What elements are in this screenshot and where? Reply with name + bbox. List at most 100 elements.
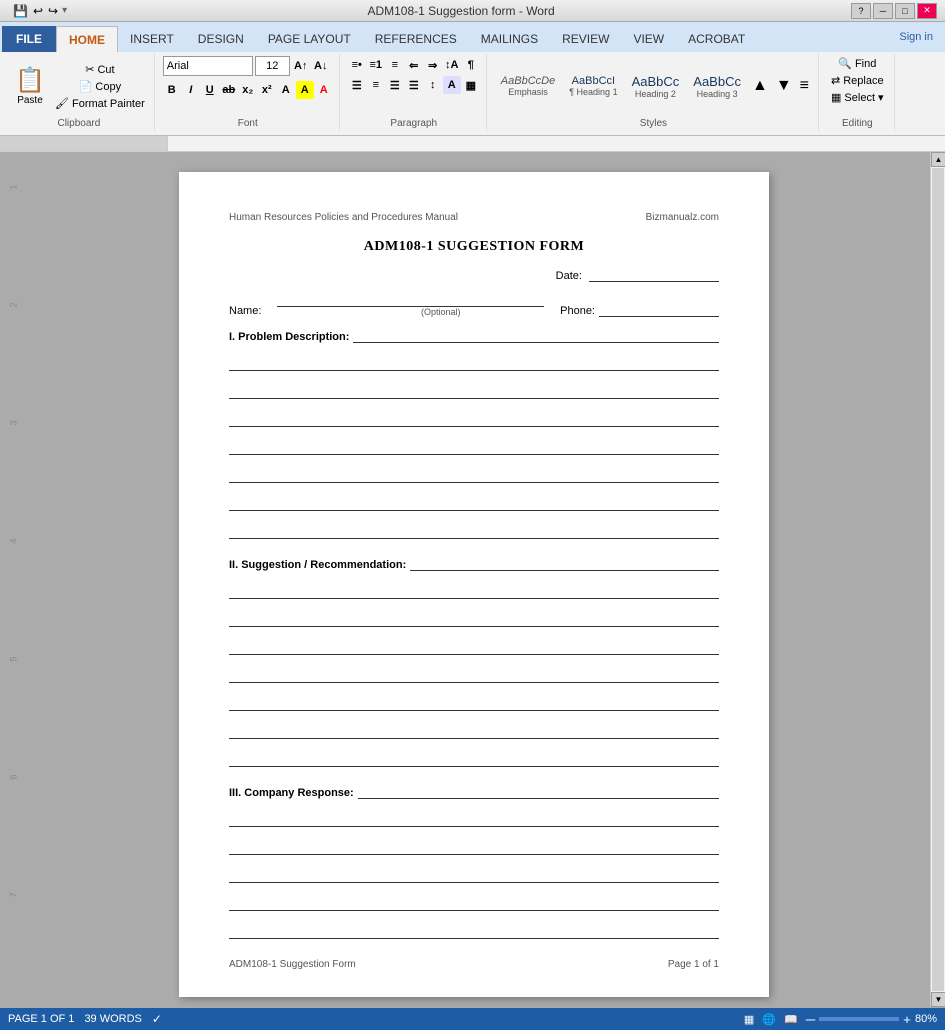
tab-references[interactable]: REFERENCES	[363, 26, 469, 52]
replace-button[interactable]: ⇄ Replace	[827, 73, 888, 88]
page-count: PAGE 1 OF 1	[8, 1013, 74, 1025]
italic-button[interactable]: I	[182, 81, 200, 99]
sort-button[interactable]: ↕A	[443, 56, 461, 74]
align-center-button[interactable]: ≡	[367, 76, 385, 94]
subscript-button[interactable]: x₂	[239, 81, 257, 99]
blank-line-p7	[229, 519, 719, 539]
zoom-in-button[interactable]: +	[903, 1012, 911, 1027]
section-suggestion-line	[410, 555, 719, 571]
shading-button[interactable]: A	[443, 76, 461, 94]
font-size-input[interactable]	[255, 56, 290, 76]
highlight-button[interactable]: A	[296, 81, 314, 99]
status-bar: PAGE 1 OF 1 39 WORDS ✓ ▦ 🌐 📖 ─ + 80%	[0, 1008, 945, 1030]
sign-in-link[interactable]: Sign in	[889, 31, 943, 43]
style-heading1[interactable]: AaBbCcI ¶ Heading 1	[563, 73, 623, 99]
superscript-button[interactable]: x²	[258, 81, 276, 99]
header-left: Human Resources Policies and Procedures …	[229, 212, 458, 223]
font-label: Font	[238, 116, 258, 129]
maximize-button[interactable]: □	[895, 3, 915, 19]
align-right-button[interactable]: ☰	[386, 76, 404, 94]
blank-line-p6	[229, 491, 719, 511]
zoom-out-button[interactable]: ─	[806, 1012, 815, 1027]
copy-button[interactable]: 📄 Copy	[52, 79, 148, 94]
page-header: Human Resources Policies and Procedures …	[229, 212, 719, 223]
view-read-button[interactable]: 📖	[784, 1013, 798, 1026]
quick-access-redo[interactable]: ↪	[47, 3, 59, 19]
justify-button[interactable]: ☰	[405, 76, 423, 94]
show-hide-button[interactable]: ¶	[462, 56, 480, 74]
font-color-button[interactable]: A	[315, 81, 333, 99]
styles-scroll-up[interactable]: ▲	[749, 76, 771, 96]
underline-button[interactable]: U	[201, 81, 219, 99]
blank-line-s6	[229, 719, 719, 739]
scroll-thumb[interactable]	[932, 168, 944, 991]
tab-acrobat[interactable]: ACROBAT	[676, 26, 757, 52]
tab-insert[interactable]: INSERT	[118, 26, 186, 52]
quick-access-save[interactable]: 💾	[12, 3, 29, 19]
header-right: Bizmanualz.com	[646, 212, 719, 223]
increase-indent-button[interactable]: ⇒	[424, 56, 442, 74]
tab-review[interactable]: REVIEW	[550, 26, 621, 52]
ribbon-tab-bar: FILE HOME INSERT DESIGN PAGE LAYOUT REFE…	[0, 22, 945, 52]
bullets-button[interactable]: ≡•	[348, 56, 366, 74]
multilevel-list-button[interactable]: ≡	[386, 56, 404, 74]
close-button[interactable]: ✕	[917, 3, 937, 19]
tab-view[interactable]: VIEW	[621, 26, 676, 52]
style-emphasis[interactable]: AaBbCcDe Emphasis	[495, 73, 561, 99]
border-button[interactable]: ▦	[462, 76, 480, 94]
zoom-slider[interactable]	[819, 1017, 899, 1021]
blank-line-p2	[229, 379, 719, 399]
group-clipboard: 📋 Paste ✂ Cut 📄 Copy 🖌 Format Painter Cl…	[4, 54, 155, 131]
font-name-input[interactable]	[163, 56, 253, 76]
text-effects-button[interactable]: A	[277, 81, 295, 99]
style-heading2[interactable]: AaBbCc Heading 2	[626, 72, 686, 101]
select-button[interactable]: ▦ Select ▾	[827, 90, 888, 105]
bold-button[interactable]: B	[163, 81, 181, 99]
footer-left: ADM108-1 Suggestion Form	[229, 959, 356, 970]
blank-line-p5	[229, 463, 719, 483]
tab-file[interactable]: FILE	[2, 26, 56, 52]
find-button[interactable]: 🔍 Find	[834, 56, 880, 71]
font-shrink-button[interactable]: A↓	[312, 57, 330, 75]
main-area: 1 2 3 4 5 6 7 8 Human Resources Policies…	[0, 152, 945, 1007]
tab-design[interactable]: DESIGN	[186, 26, 256, 52]
decrease-indent-button[interactable]: ⇐	[405, 56, 423, 74]
ruler-num-1: 1	[8, 184, 18, 189]
line-spacing-button[interactable]: ↕	[424, 76, 442, 94]
font-grow-button[interactable]: A↑	[292, 57, 310, 75]
styles-items: AaBbCcDe Emphasis AaBbCcI ¶ Heading 1 Aa…	[495, 56, 812, 116]
style-heading3[interactable]: AaBbCc Heading 3	[687, 72, 747, 101]
scroll-down-arrow[interactable]: ▼	[931, 992, 945, 1007]
ruler-left-margin	[0, 136, 168, 151]
group-font: A↑ A↓ B I U ab x₂ x² A A A Font	[157, 54, 340, 131]
tab-mailings[interactable]: MAILINGS	[469, 26, 550, 52]
tab-page-layout[interactable]: PAGE LAYOUT	[256, 26, 363, 52]
list-row: ≡• ≡1 ≡ ⇐ ⇒ ↕A ¶	[348, 56, 480, 74]
font-name-row: A↑ A↓	[163, 56, 330, 76]
strikethrough-button[interactable]: ab	[220, 81, 238, 99]
phone-label: Phone:	[560, 305, 595, 317]
font-controls: A↑ A↓ B I U ab x₂ x² A A A	[163, 56, 333, 116]
ruler-num-5: 5	[8, 656, 18, 661]
blank-line-r3	[229, 863, 719, 883]
view-web-button[interactable]: 🌐	[762, 1013, 776, 1026]
minimize-button[interactable]: ─	[873, 3, 893, 19]
numbering-button[interactable]: ≡1	[367, 56, 385, 74]
clipboard-label: Clipboard	[57, 116, 100, 129]
vertical-scrollbar[interactable]: ▲ ▼	[930, 152, 945, 1007]
scroll-up-arrow[interactable]: ▲	[931, 152, 945, 167]
quick-access-undo[interactable]: ↩	[32, 3, 44, 19]
styles-expand[interactable]: ≡	[797, 76, 812, 96]
paste-button[interactable]: 📋 Paste	[10, 56, 50, 116]
zoom-level: 80%	[915, 1013, 937, 1025]
styles-scroll-down[interactable]: ▼	[773, 76, 795, 96]
align-left-button[interactable]: ☰	[348, 76, 366, 94]
format-painter-button[interactable]: 🖌 Format Painter	[52, 96, 148, 111]
view-print-button[interactable]: ▦	[744, 1013, 754, 1026]
word-page[interactable]: Human Resources Policies and Procedures …	[179, 172, 769, 997]
blank-line-r4	[229, 891, 719, 911]
tab-home[interactable]: HOME	[56, 26, 118, 52]
cut-button[interactable]: ✂ Cut	[52, 62, 148, 77]
proofing-icon[interactable]: ✓	[152, 1012, 162, 1026]
help-button[interactable]: ?	[851, 3, 871, 19]
